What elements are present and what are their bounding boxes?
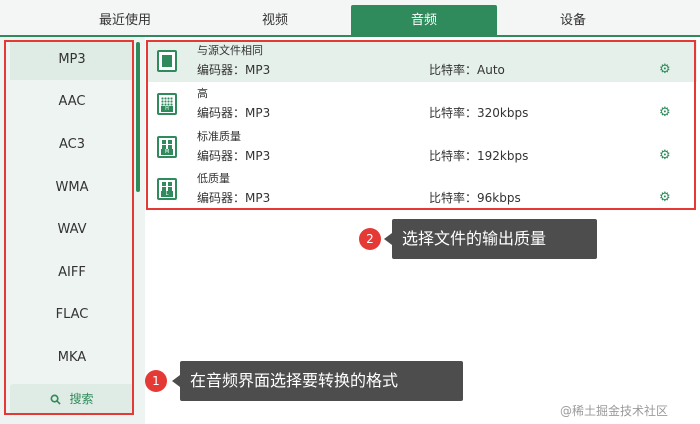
tab-video[interactable]: 视频 (215, 5, 335, 37)
format-highlight-box (4, 40, 134, 415)
step-1-tooltip: 在音频界面选择要转换的格式 (172, 361, 463, 401)
tab-audio[interactable]: 音频 (351, 5, 497, 37)
watermark: @稀土掘金技术社区 (560, 404, 669, 418)
step-2-marker: 2 (359, 228, 381, 250)
tab-device[interactable]: 设备 (513, 5, 633, 37)
sidebar-scrollbar[interactable] (136, 42, 140, 192)
quality-highlight-box (146, 40, 696, 210)
tab-bar: 最近使用 视频 音频 设备 (0, 0, 700, 37)
step-1-marker: 1 (145, 370, 167, 392)
tab-recent[interactable]: 最近使用 (65, 5, 185, 37)
step-2-tooltip: 选择文件的输出质量 (384, 219, 597, 259)
